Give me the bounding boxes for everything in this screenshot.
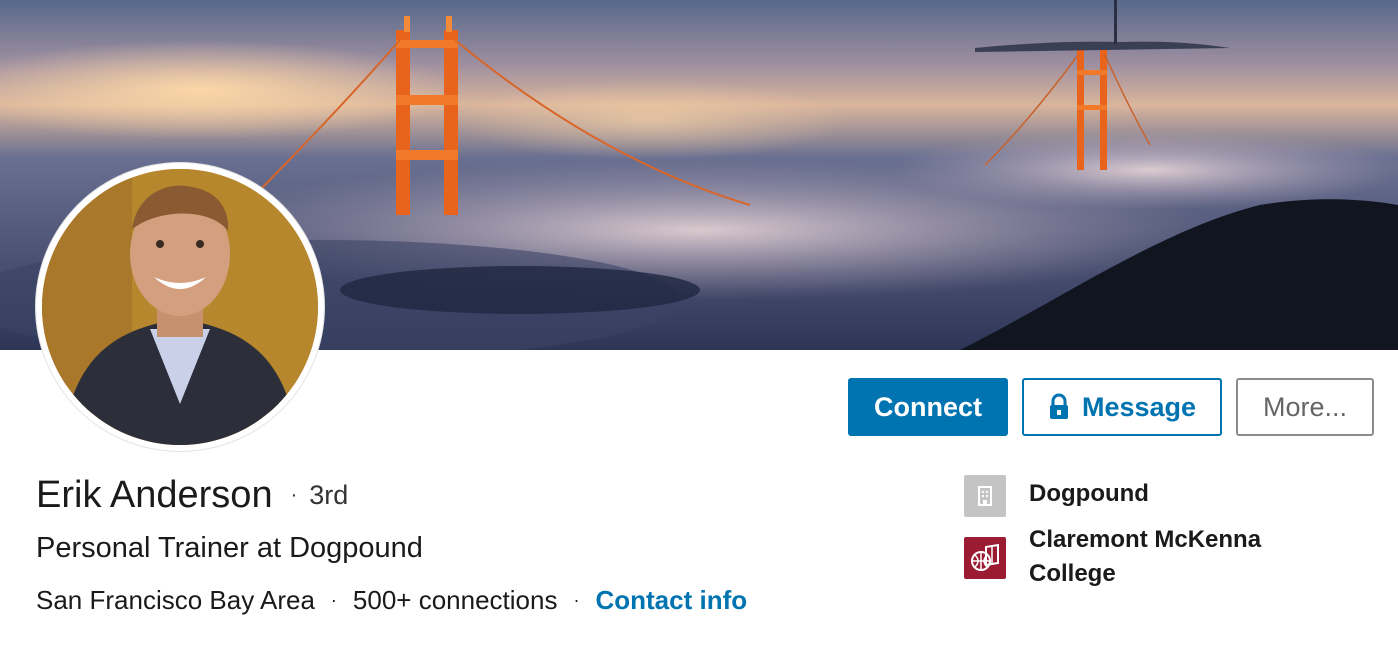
- name-row: Erik Anderson · 3rd: [36, 470, 348, 520]
- profile-photo[interactable]: [36, 163, 324, 451]
- org-item-claremont[interactable]: Claremont McKenna College: [964, 526, 1261, 587]
- org-name: Claremont McKenna College: [1029, 526, 1262, 587]
- meta-separator: ·: [330, 589, 337, 610]
- college-logo-icon: [964, 537, 1006, 579]
- profile-name: Erik Anderson: [36, 473, 273, 516]
- more-button[interactable]: More...: [1236, 378, 1374, 436]
- org-name: Dogpound: [1029, 480, 1149, 507]
- contact-info-link[interactable]: Contact info: [595, 585, 747, 616]
- connect-button-label: Connect: [874, 391, 982, 422]
- profile-headline: Personal Trainer at Dogpound: [36, 532, 423, 564]
- lock-icon: [1048, 393, 1070, 421]
- org-item-dogpound[interactable]: Dogpound: [964, 475, 1149, 517]
- message-button[interactable]: Message: [1022, 378, 1222, 436]
- connections-count: 500+ connections: [352, 584, 558, 615]
- person-photo-icon: [42, 169, 318, 445]
- message-button-label: Message: [1081, 391, 1197, 422]
- avatar: [42, 169, 318, 445]
- connection-degree: 3rd: [309, 479, 349, 510]
- more-button-label: More...: [1262, 391, 1348, 422]
- degree-separator: ·: [290, 483, 298, 506]
- connect-button[interactable]: Connect: [848, 378, 1008, 436]
- meta-separator: ·: [573, 589, 580, 610]
- building-icon: [964, 475, 1006, 517]
- profile-meta-row: San Francisco Bay Area · 500+ connection…: [36, 582, 747, 618]
- profile-location: San Francisco Bay Area: [36, 584, 315, 615]
